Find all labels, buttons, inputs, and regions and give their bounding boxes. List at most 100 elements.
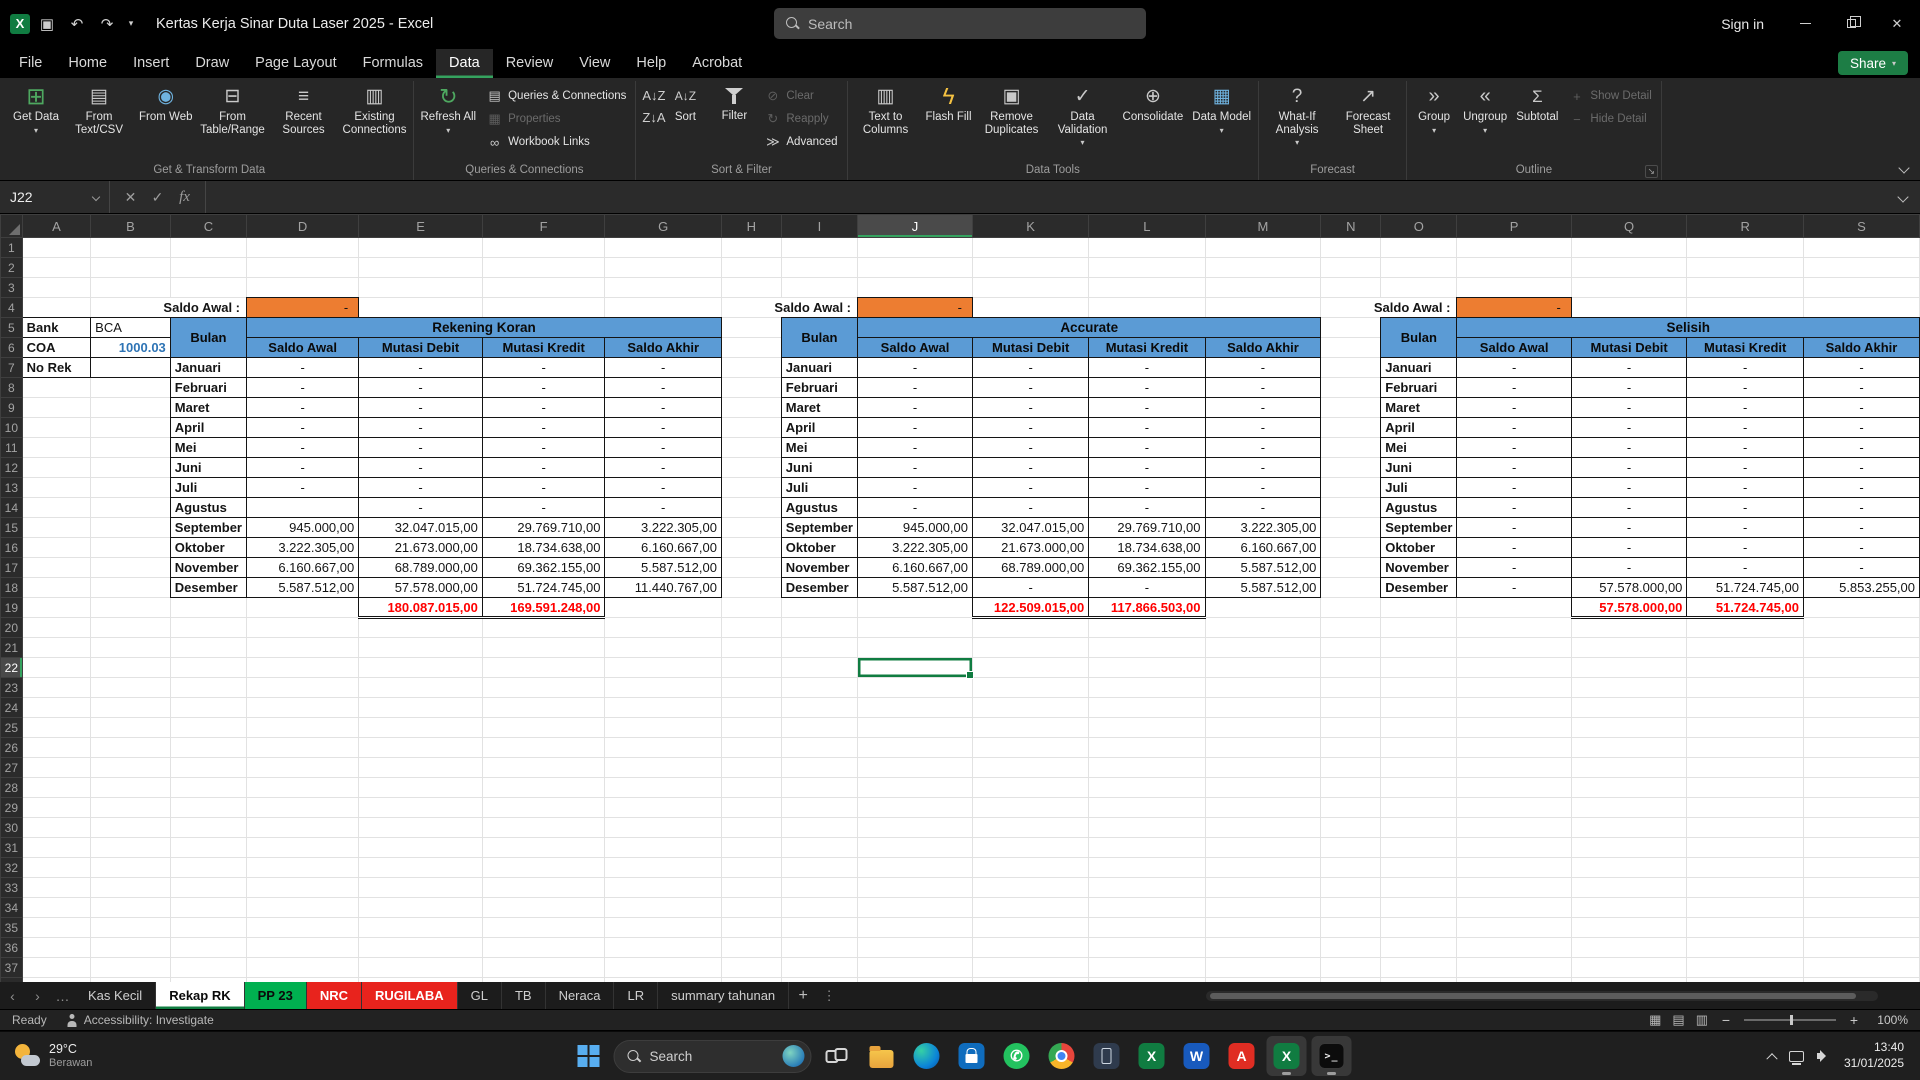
cell-J12[interactable]: -	[858, 458, 973, 478]
row-header-8[interactable]: 8	[1, 378, 23, 398]
cell-G12[interactable]: -	[605, 458, 721, 478]
cell-R17[interactable]: -	[1687, 558, 1804, 578]
sheet-tab-gl[interactable]: GL	[458, 982, 502, 1009]
cell-C11[interactable]: Mei	[170, 438, 246, 458]
cell[interactable]	[91, 438, 171, 458]
cell[interactable]	[721, 898, 781, 918]
cell[interactable]	[1321, 278, 1381, 298]
cell[interactable]	[972, 958, 1088, 978]
row-header-4[interactable]: 4	[1, 298, 23, 318]
cell[interactable]	[1205, 718, 1321, 738]
cell-R13[interactable]: -	[1687, 478, 1804, 498]
cell[interactable]	[1381, 798, 1457, 818]
cell[interactable]	[781, 678, 857, 698]
ribbon-tab-review[interactable]: Review	[493, 49, 567, 78]
cell[interactable]	[22, 818, 91, 838]
cell[interactable]	[91, 578, 171, 598]
cell-L17[interactable]: 69.362.155,00	[1089, 558, 1205, 578]
cell[interactable]	[170, 738, 246, 758]
cell-F14[interactable]: -	[482, 498, 605, 518]
cell[interactable]	[1381, 818, 1457, 838]
cell[interactable]	[91, 918, 171, 938]
cell-L16[interactable]: 18.734.638,00	[1089, 538, 1205, 558]
cell[interactable]	[1205, 838, 1321, 858]
cell-R9[interactable]: -	[1687, 398, 1804, 418]
cell[interactable]	[91, 798, 171, 818]
row-header-5[interactable]: 5	[1, 318, 23, 338]
cell[interactable]	[482, 778, 605, 798]
cell-E6[interactable]: Mutasi Debit	[359, 338, 483, 358]
cell-G11[interactable]: -	[605, 438, 721, 458]
cell-L6[interactable]: Mutasi Kredit	[1089, 338, 1205, 358]
cell-B6[interactable]: 1000.03	[91, 338, 171, 358]
cell[interactable]	[1321, 598, 1381, 618]
cell[interactable]	[91, 538, 171, 558]
cell[interactable]	[858, 778, 973, 798]
flash-fill-button[interactable]: ϟFlash Fill	[922, 81, 976, 125]
cell[interactable]	[170, 258, 246, 278]
cell[interactable]	[858, 858, 973, 878]
cell[interactable]	[1687, 938, 1804, 958]
cell[interactable]	[482, 678, 605, 698]
cell[interactable]	[1803, 798, 1919, 818]
cell[interactable]	[1687, 958, 1804, 978]
cell[interactable]	[170, 958, 246, 978]
cell[interactable]	[247, 958, 359, 978]
cell[interactable]	[170, 638, 246, 658]
filter-button[interactable]: Filter	[710, 81, 758, 124]
cell-F9[interactable]: -	[482, 398, 605, 418]
cell[interactable]	[1803, 658, 1919, 678]
cell[interactable]	[1571, 958, 1687, 978]
cell[interactable]	[170, 918, 246, 938]
cell-P14[interactable]: -	[1457, 498, 1571, 518]
data-model-button[interactable]: ▦Data Model▾	[1188, 81, 1255, 136]
cell[interactable]	[1205, 938, 1321, 958]
cell[interactable]	[858, 838, 973, 858]
cell[interactable]	[22, 738, 91, 758]
from-table-range-button[interactable]: ⊟From Table/Range	[198, 81, 268, 137]
cell[interactable]	[170, 798, 246, 818]
cell[interactable]	[482, 838, 605, 858]
cell[interactable]	[1457, 918, 1571, 938]
row-header-34[interactable]: 34	[1, 898, 23, 918]
sheet-tab-rekap-rk[interactable]: Rekap RK	[156, 982, 244, 1009]
cell[interactable]	[482, 658, 605, 678]
cell[interactable]	[1571, 918, 1687, 938]
cell[interactable]	[22, 458, 91, 478]
cell-J18[interactable]: 5.587.512,00	[858, 578, 973, 598]
cell-P7[interactable]: -	[1457, 358, 1571, 378]
cell[interactable]	[781, 718, 857, 738]
cell-F17[interactable]: 69.362.155,00	[482, 558, 605, 578]
cell[interactable]	[721, 838, 781, 858]
cell-F12[interactable]: -	[482, 458, 605, 478]
cell[interactable]	[1321, 558, 1381, 578]
cell-Q12[interactable]: -	[1571, 458, 1687, 478]
cell[interactable]	[1089, 678, 1205, 698]
cell[interactable]	[170, 618, 246, 638]
cell[interactable]	[1381, 238, 1457, 258]
cell[interactable]	[170, 698, 246, 718]
cell-K16[interactable]: 21.673.000,00	[972, 538, 1088, 558]
cell-D8[interactable]: -	[247, 378, 359, 398]
cell[interactable]	[22, 878, 91, 898]
cell[interactable]	[605, 698, 721, 718]
cell-P18[interactable]: -	[1457, 578, 1571, 598]
sheet-tab-lr[interactable]: LR	[614, 982, 658, 1009]
cell[interactable]	[247, 818, 359, 838]
cell[interactable]	[1803, 858, 1919, 878]
sheet-tab-kas-kecil[interactable]: Kas Kecil	[75, 982, 156, 1009]
cell[interactable]	[170, 238, 246, 258]
cell[interactable]	[721, 318, 781, 338]
cell-P15[interactable]: -	[1457, 518, 1571, 538]
cell[interactable]	[721, 718, 781, 738]
cell[interactable]	[1381, 618, 1457, 638]
forecast-sheet-button[interactable]: ↗Forecast Sheet	[1333, 81, 1403, 137]
horizontal-scrollbar-thumb[interactable]	[1210, 993, 1856, 999]
ribbon-tab-formulas[interactable]: Formulas	[350, 49, 436, 78]
column-header-N[interactable]: N	[1321, 215, 1381, 238]
cell[interactable]	[605, 658, 721, 678]
row-header-35[interactable]: 35	[1, 918, 23, 938]
group-button[interactable]: »Group▾	[1410, 81, 1458, 136]
ribbon-tab-acrobat[interactable]: Acrobat	[679, 49, 755, 78]
cell-M6[interactable]: Saldo Akhir	[1205, 338, 1321, 358]
